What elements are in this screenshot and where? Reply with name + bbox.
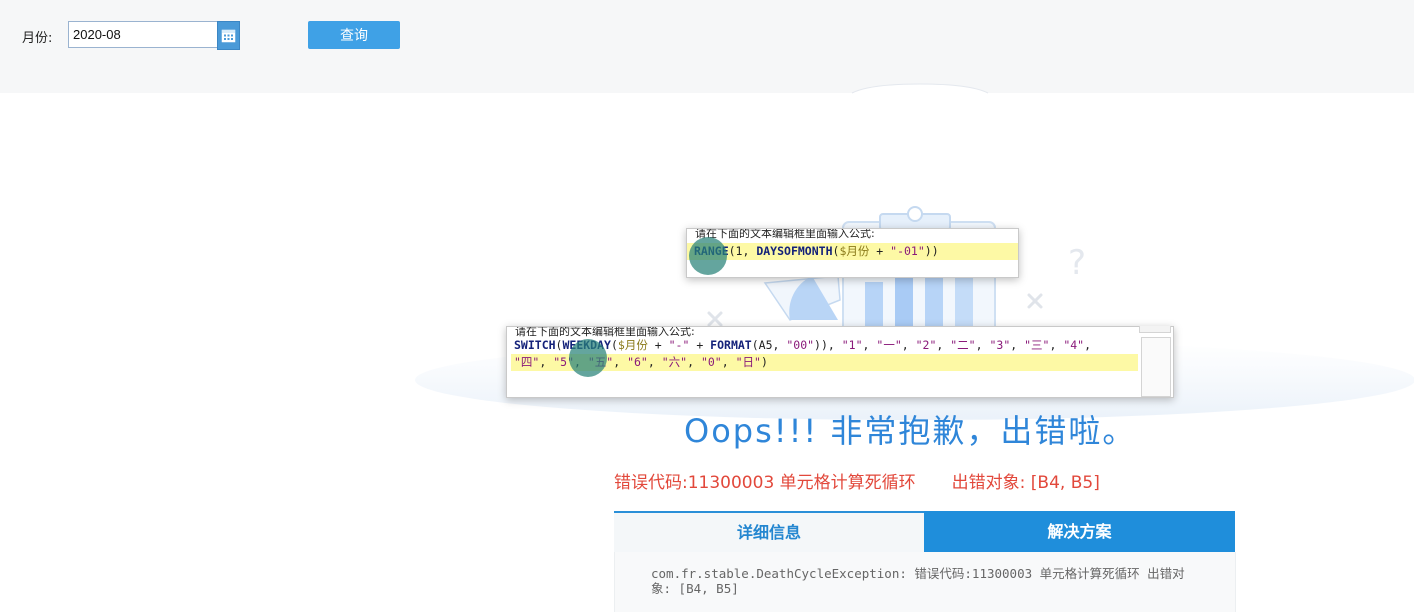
formula-token: "六" [661, 355, 688, 369]
formula-token: "-" [668, 338, 690, 352]
formula-token: FORMAT [710, 338, 752, 352]
formula-token: "四" [514, 355, 540, 369]
formula-token: "00" [786, 338, 815, 352]
tab-detail-info[interactable]: 详细信息 [614, 511, 924, 552]
formula-token: , [647, 355, 662, 369]
question-mark-icon: ? [1068, 243, 1086, 283]
formula-token: $月份 [839, 244, 870, 258]
formula-token: "4" [1063, 338, 1085, 352]
filter-toolbar: 月份: 查询 [0, 0, 1414, 93]
formula-token: , [862, 338, 877, 352]
formula-token: ) [760, 355, 768, 369]
error-detail-panel: com.fr.stable.DeathCycleException: 错误代码:… [614, 552, 1236, 612]
formula-token: "2" [915, 338, 937, 352]
formula-token: , [936, 338, 951, 352]
formula-token: "3" [989, 338, 1011, 352]
error-target: 出错对象: [B4, B5] [951, 473, 1100, 493]
formula-token: , [901, 338, 916, 352]
month-label: 月份: [22, 31, 53, 46]
formula-token: , [613, 355, 628, 369]
formula-line[interactable]: RANGE(1, DAYSOFMONTH($月份 + "-01")) [687, 243, 1018, 260]
click-indicator [569, 339, 607, 377]
formula-token: (1, [728, 244, 757, 258]
formula-token: "1" [841, 338, 863, 352]
tab-solution[interactable]: 解决方案 [924, 511, 1235, 552]
formula-token: , [721, 355, 736, 369]
click-indicator [689, 237, 727, 275]
formula-token: $月份 [617, 338, 648, 352]
formula-token: , [539, 355, 554, 369]
error-summary: 错误代码:11300003 单元格计算死循环 出错对象: [B4, B5] [614, 468, 1100, 493]
editor-scrollbar[interactable] [1141, 337, 1171, 397]
editor-scrollbar-top [1139, 326, 1171, 333]
formula-token: , [1010, 338, 1025, 352]
formula-token: )) [924, 244, 939, 258]
formula-editor-switch[interactable]: 请在下面的文本编辑框里面输入公式: SWITCH(WEEKDAY($月份 + "… [506, 326, 1174, 398]
formula-token: "二" [950, 338, 976, 352]
formula-token: "0" [700, 355, 722, 369]
error-detail-text: com.fr.stable.DeathCycleException: 错误代码:… [651, 566, 1185, 596]
month-input[interactable] [68, 21, 217, 48]
formula-token: )), [814, 338, 842, 352]
error-title: Oops!!! 非常抱歉，出错啦。 [684, 412, 1137, 450]
formula-token: SWITCH [514, 338, 556, 352]
calendar-button[interactable] [217, 21, 240, 50]
formula-editor-range[interactable]: 请在下面的文本编辑框里面输入公式: RANGE(1, DAYSOFMONTH($… [686, 228, 1019, 278]
formula-token: , [1084, 338, 1092, 352]
editor-hint: 请在下面的文本编辑框里面输入公式: [695, 229, 875, 240]
cross-mark-icon [707, 293, 1043, 327]
formula-token: ( [610, 338, 618, 352]
formula-token: , [1049, 338, 1064, 352]
formula-token: + [869, 244, 891, 258]
formula-token: , [975, 338, 990, 352]
formula-token: "-01" [890, 244, 925, 258]
formula-token: "6" [627, 355, 648, 369]
formula-token: , [687, 355, 701, 369]
error-code: 错误代码:11300003 单元格计算死循环 [614, 473, 916, 493]
error-tabs: 详细信息 解决方案 [614, 511, 1235, 552]
query-button[interactable]: 查询 [308, 21, 400, 49]
formula-token: "日" [735, 355, 761, 369]
formula-token: "一" [876, 338, 902, 352]
formula-token: DAYSOFMONTH [756, 244, 833, 258]
formula-token: (A5, [751, 338, 787, 352]
formula-token: + [689, 338, 711, 352]
formula-token: "三" [1024, 338, 1050, 352]
calendar-icon [221, 29, 236, 43]
formula-token: + [647, 338, 669, 352]
